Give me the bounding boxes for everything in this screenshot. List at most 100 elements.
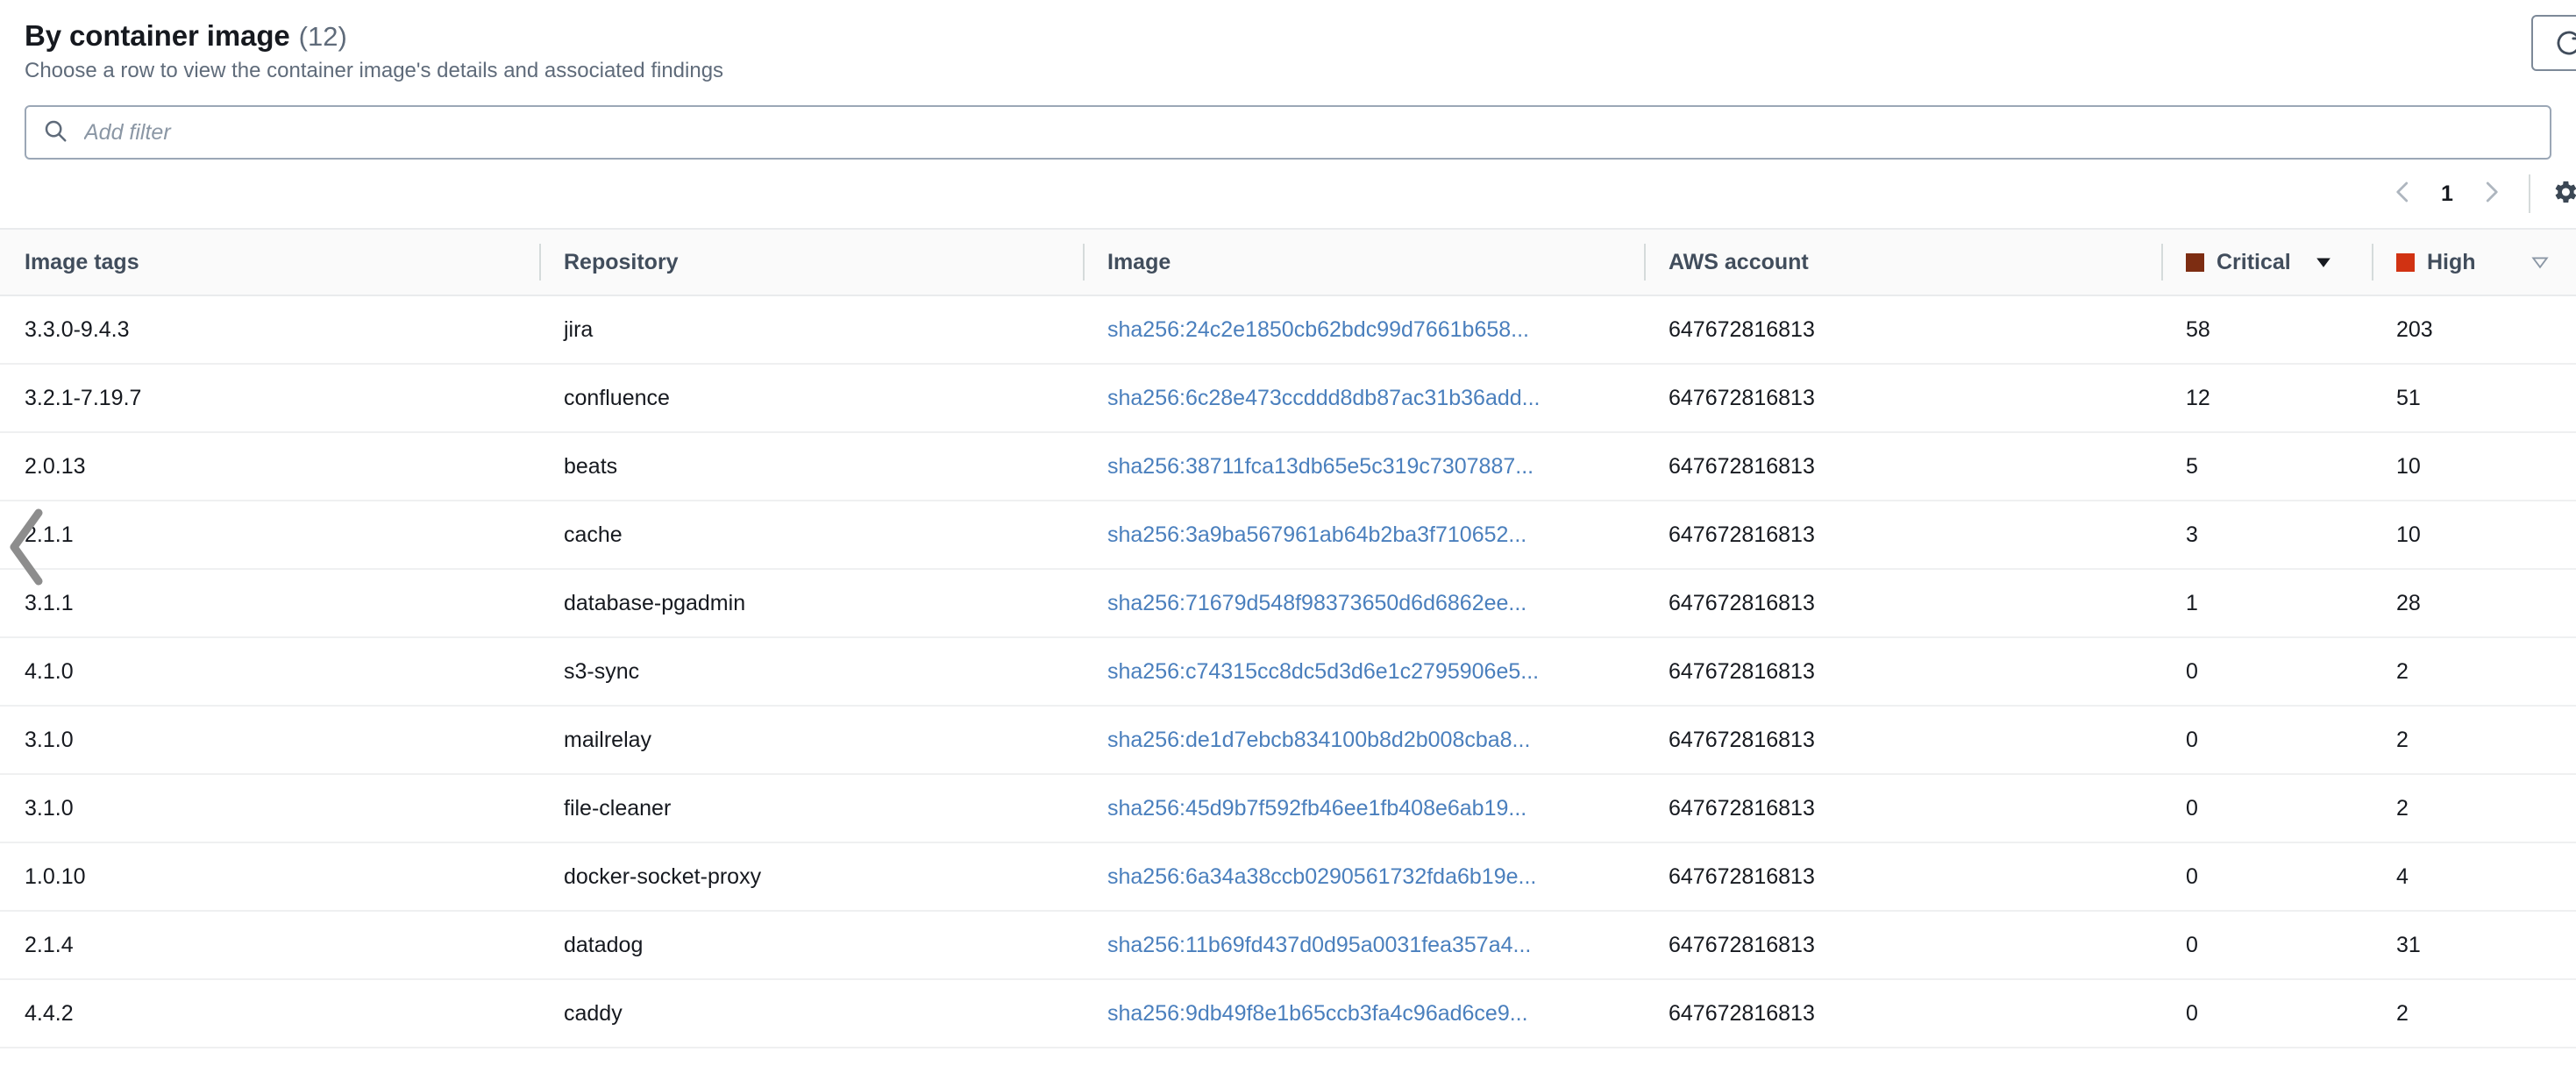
column-label: High bbox=[2427, 249, 2476, 274]
image-digest-link[interactable]: sha256:11b69fd437d0d95a0031fea357a4... bbox=[1107, 933, 1531, 957]
cell-image-tags: 4.1.0 bbox=[0, 637, 539, 707]
cell-high-count: 2 bbox=[2372, 637, 2576, 707]
sort-descending-inactive-icon[interactable] bbox=[2529, 251, 2551, 274]
column-header-critical[interactable]: Critical bbox=[2161, 228, 2372, 296]
cell-repository: beats bbox=[539, 432, 1083, 501]
cell-aws-account: 647672816813 bbox=[1644, 364, 2161, 433]
table-row[interactable]: 3.1.1 database-pgadmin sha256:71679d548f98… bbox=[0, 569, 2576, 638]
cell-image-tags: 4.4.2 bbox=[0, 979, 539, 1048]
cell-image: sha256:af2bfa6c3a985dfa8917787a9f86e... bbox=[1083, 1048, 1644, 1073]
column-label: AWS account bbox=[1669, 249, 1809, 274]
table-row[interactable]: 3.1.0 file-cleaner sha256:45d9b7f592fb46ee… bbox=[0, 774, 2576, 843]
table-body: 3.3.0-9.4.3 jira sha256:24c2e1850cb62bdc99… bbox=[0, 295, 2576, 1073]
table-row[interactable]: 3.1.0 mailrelay sha256:de1d7ebcb834100b8d2… bbox=[0, 706, 2576, 775]
table-row[interactable]: 2.1.4 datadog sha256:11b69fd437d0d95a0031f… bbox=[0, 911, 2576, 980]
refresh-button[interactable] bbox=[2531, 15, 2576, 71]
cell-image: sha256:45d9b7f592fb46ee1fb408e6ab19... bbox=[1083, 774, 1644, 843]
cell-repository: caddy bbox=[539, 979, 1083, 1048]
table-row[interactable]: 4.4.2 caddy sha256:9db49f8e1b65ccb3fa4c96a… bbox=[0, 979, 2576, 1048]
image-digest-link[interactable]: sha256:6a34a38ccb0290561732fda6b19e... bbox=[1107, 864, 1536, 889]
column-header-aws-account[interactable]: AWS account bbox=[1644, 228, 2161, 296]
image-digest-link[interactable]: sha256:38711fca13db65e5c319c7307887... bbox=[1107, 454, 1534, 479]
sort-descending-icon[interactable] bbox=[2312, 251, 2335, 274]
image-digest-link[interactable]: sha256:3a9ba567961ab64b2ba3f710652... bbox=[1107, 522, 1526, 547]
cell-critical-count: 0 bbox=[2161, 979, 2372, 1048]
page-title: By container image (12) bbox=[25, 19, 2551, 53]
column-header-image[interactable]: Image bbox=[1083, 228, 1644, 296]
table-row[interactable]: 4.1.0 s3-sync sha256:c74315cc8dc5d3d6e1c27… bbox=[0, 637, 2576, 707]
table-row[interactable]: 2.0.13 beats sha256:38711fca13db65e5c319c7… bbox=[0, 432, 2576, 501]
page-subtitle: Choose a row to view the container image… bbox=[25, 59, 724, 82]
cell-aws-account: 647672816813 bbox=[1644, 295, 2161, 365]
cell-critical-count: 5 bbox=[2161, 432, 2372, 501]
cell-repository: mailrelay bbox=[539, 706, 1083, 775]
cell-repository: confluence bbox=[539, 364, 1083, 433]
cell-aws-account: 647672816813 bbox=[1644, 432, 2161, 501]
cell-high-count: 10 bbox=[2372, 501, 2576, 570]
table-row[interactable]: 4.2.0-jvm-11base sha256:af2bfa6c3a985dfa8… bbox=[0, 1048, 2576, 1073]
image-digest-link[interactable]: sha256:45d9b7f592fb46ee1fb408e6ab19... bbox=[1107, 796, 1526, 821]
image-digest-link[interactable]: sha256:71679d548f98373650d6d6862ee... bbox=[1107, 591, 1526, 615]
cell-aws-account: 647672816813 bbox=[1644, 979, 2161, 1048]
cell-image-tags: 4.2.0-jvm-11 bbox=[0, 1048, 539, 1073]
gear-icon bbox=[2550, 177, 2576, 211]
cell-image-tags: 2.1.4 bbox=[0, 911, 539, 980]
column-header-image-tags[interactable]: Image tags bbox=[0, 228, 539, 296]
cell-image: sha256:38711fca13db65e5c319c7307887... bbox=[1083, 432, 1644, 501]
table-row[interactable]: 1.0.10 docker-socket-proxy sha256:6a34a38c… bbox=[0, 842, 2576, 912]
cell-aws-account: 647672816813 bbox=[1644, 637, 2161, 707]
cell-repository: jira bbox=[539, 295, 1083, 365]
cell-high-count: 2 bbox=[2372, 1048, 2576, 1073]
pagination: 1 bbox=[0, 160, 2576, 228]
cell-critical-count: 12 bbox=[2161, 364, 2372, 433]
cell-image: sha256:6a34a38ccb0290561732fda6b19e... bbox=[1083, 842, 1644, 912]
column-header-high[interactable]: High bbox=[2372, 228, 2576, 296]
cell-high-count: 51 bbox=[2372, 364, 2576, 433]
table-preferences-button[interactable] bbox=[2550, 174, 2576, 213]
cell-critical-count: 0 bbox=[2161, 774, 2372, 843]
cell-aws-account: 647672816813 bbox=[1644, 911, 2161, 980]
table-row[interactable]: 2.1.1 cache sha256:3a9ba567961ab64b2ba3f71… bbox=[0, 501, 2576, 570]
cell-image-tags: 1.0.10 bbox=[0, 842, 539, 912]
cell-aws-account: 647672816813 bbox=[1644, 774, 2161, 843]
pagination-page-1[interactable]: 1 bbox=[2427, 174, 2467, 214]
cell-aws-account: 647672816813 bbox=[1644, 569, 2161, 638]
cell-high-count: 10 bbox=[2372, 432, 2576, 501]
image-digest-link[interactable]: sha256:de1d7ebcb834100b8d2b008cba8... bbox=[1107, 728, 1530, 752]
cell-high-count: 2 bbox=[2372, 774, 2576, 843]
column-header-repository[interactable]: Repository bbox=[539, 228, 1083, 296]
cell-high-count: 2 bbox=[2372, 979, 2576, 1048]
cell-high-count: 31 bbox=[2372, 911, 2576, 980]
cell-repository: datadog bbox=[539, 911, 1083, 980]
cell-image: sha256:c74315cc8dc5d3d6e1c2795906e5... bbox=[1083, 637, 1644, 707]
cell-image: sha256:6c28e473ccddd8db87ac31b36add... bbox=[1083, 364, 1644, 433]
cell-repository: database-pgadmin bbox=[539, 569, 1083, 638]
pagination-prev-button[interactable] bbox=[2380, 170, 2427, 217]
container-image-table: Image tags Repository Image AWS account … bbox=[0, 228, 2576, 1073]
cell-image: sha256:3a9ba567961ab64b2ba3f710652... bbox=[1083, 501, 1644, 570]
column-label: Image tags bbox=[25, 249, 139, 274]
high-severity-swatch bbox=[2396, 252, 2415, 272]
image-digest-link[interactable]: sha256:9db49f8e1b65ccb3fa4c96ad6ce9... bbox=[1107, 1001, 1528, 1026]
table-row[interactable]: 3.3.0-9.4.3 jira sha256:24c2e1850cb62bdc99… bbox=[0, 295, 2576, 365]
cell-repository: s3-sync bbox=[539, 637, 1083, 707]
cell-image: sha256:11b69fd437d0d95a0031fea357a4... bbox=[1083, 911, 1644, 980]
column-label: Critical bbox=[2217, 249, 2291, 274]
cell-image-tags: 2.0.13 bbox=[0, 432, 539, 501]
chevron-left-icon bbox=[2390, 179, 2416, 210]
image-digest-link[interactable]: sha256:24c2e1850cb62bdc99d7661b658... bbox=[1107, 317, 1529, 342]
cell-repository: base bbox=[539, 1048, 1083, 1073]
pagination-next-button[interactable] bbox=[2467, 170, 2515, 217]
filter-bar[interactable] bbox=[25, 105, 2551, 160]
search-input[interactable] bbox=[82, 118, 2534, 146]
page-title-text: By container image bbox=[25, 19, 290, 52]
cell-image-tags: 3.2.1-7.19.7 bbox=[0, 364, 539, 433]
cell-high-count: 2 bbox=[2372, 706, 2576, 775]
table-row[interactable]: 3.2.1-7.19.7 confluence sha256:6c28e473ccd… bbox=[0, 364, 2576, 433]
cell-image: sha256:71679d548f98373650d6d6862ee... bbox=[1083, 569, 1644, 638]
image-digest-link[interactable]: sha256:af2bfa6c3a985dfa8917787a9f86e... bbox=[1107, 1069, 1532, 1073]
cell-critical-count: 0 bbox=[2161, 1048, 2372, 1073]
image-digest-link[interactable]: sha256:c74315cc8dc5d3d6e1c2795906e5... bbox=[1107, 659, 1539, 684]
image-digest-link[interactable]: sha256:6c28e473ccddd8db87ac31b36add... bbox=[1107, 386, 1541, 410]
panel-header: By container image (12) Choose a row to … bbox=[0, 0, 2576, 96]
